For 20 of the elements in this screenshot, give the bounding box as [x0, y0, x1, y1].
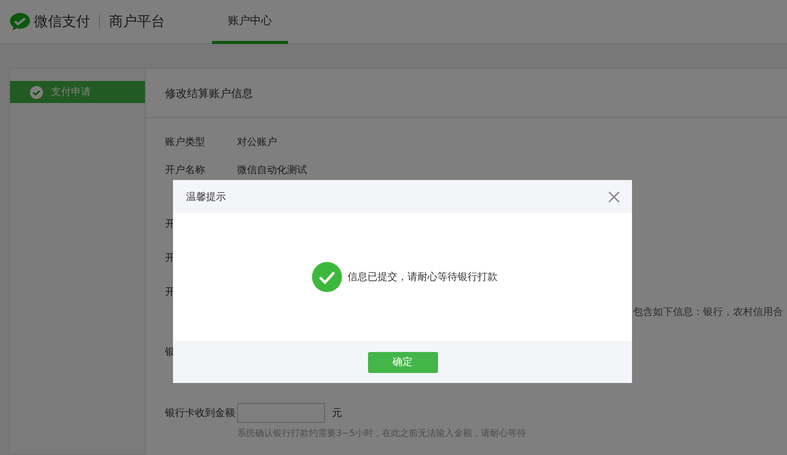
section-title: 修改结算账户信息	[165, 86, 253, 100]
chat-bubble-check-icon	[10, 12, 30, 30]
field-note: 包含如下信息：银行，农村信用合	[633, 306, 783, 320]
check-circle-icon	[30, 86, 43, 98]
brand-name: 微信支付	[34, 12, 90, 30]
platform-name: 商户平台	[109, 12, 165, 30]
field-value: 微信自动化测试	[237, 164, 307, 177]
confirm-button[interactable]: 确定	[368, 352, 438, 372]
field-value: 对公账户	[237, 136, 277, 149]
unit-label: 元	[332, 407, 342, 420]
dialog-title: 温馨提示	[186, 190, 226, 204]
close-icon[interactable]	[608, 190, 620, 202]
nav-tab[interactable]: 账户中心	[212, 0, 288, 44]
success-check-icon	[312, 262, 342, 292]
sidebar-item[interactable]: 支付申请	[10, 81, 145, 103]
field-label: 银行卡收到金额	[165, 406, 236, 420]
dialog-message: 信息已提交，请耐心等待银行打款	[348, 270, 498, 284]
field-label: 开户名称	[165, 164, 206, 177]
amount-field[interactable]	[237, 403, 325, 423]
field-label: 账户类型	[165, 136, 206, 149]
